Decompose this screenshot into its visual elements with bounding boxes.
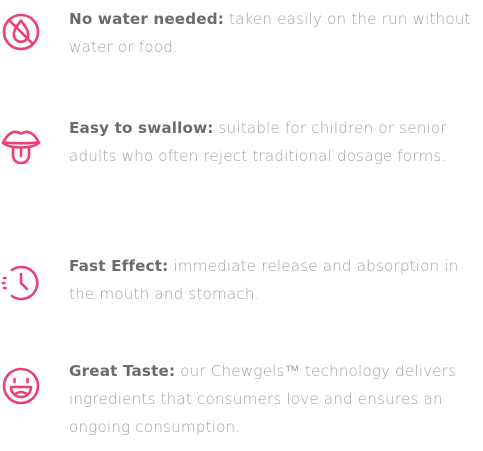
- mouth-tongue-icon: [0, 124, 42, 166]
- feature-description: Great Taste: our Chewgels™ technology de…: [69, 357, 483, 441]
- feature-title: Easy to swallow:: [69, 119, 214, 137]
- feature-description: Fast Effect: immediate release and absor…: [69, 252, 483, 308]
- feature-description: Easy to swallow: suitable for children o…: [69, 114, 483, 170]
- no-water-drop-icon: [0, 11, 42, 53]
- feature-description: No water needed: taken easily on the run…: [69, 5, 483, 61]
- feature-title: No water needed:: [69, 10, 224, 28]
- feature-title: Great Taste:: [69, 362, 176, 380]
- clock-fast-icon: [0, 262, 42, 304]
- feature-title: Fast Effect:: [69, 257, 169, 275]
- smiley-tongue-icon: [0, 365, 42, 407]
